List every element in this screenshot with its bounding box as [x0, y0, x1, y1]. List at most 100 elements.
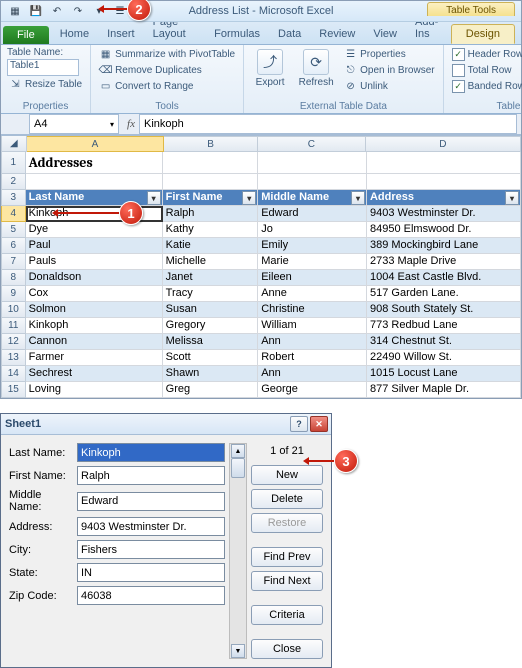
cell-first-name[interactable]: Greg — [163, 382, 259, 398]
scroll-thumb[interactable] — [231, 458, 245, 478]
tab-file[interactable]: File — [3, 26, 49, 44]
header-address[interactable]: Address▾ — [367, 190, 521, 206]
close-icon[interactable]: ✕ — [310, 416, 328, 432]
row-header[interactable]: 3 — [1, 190, 26, 206]
row-header[interactable]: 6 — [1, 238, 26, 254]
row-header[interactable]: 15 — [1, 382, 26, 398]
cell-first-name[interactable]: Melissa — [163, 334, 259, 350]
header-first-name[interactable]: First Name▾ — [163, 190, 259, 206]
tab-data[interactable]: Data — [269, 24, 310, 44]
cell-address[interactable]: 314 Chestnut St. — [367, 334, 521, 350]
remove-duplicates-button[interactable]: ⌫Remove Duplicates — [97, 63, 237, 78]
cell-last-name[interactable]: Farmer — [26, 350, 163, 366]
close-button[interactable]: Close — [251, 639, 323, 659]
name-box[interactable]: A4▾ — [29, 114, 119, 134]
header-middle-name[interactable]: Middle Name▾ — [258, 190, 367, 206]
new-button[interactable]: New — [251, 465, 323, 485]
restore-button[interactable]: Restore — [251, 513, 323, 533]
row-header[interactable]: 11 — [1, 318, 26, 334]
cell-first-name[interactable]: Shawn — [163, 366, 259, 382]
tab-insert[interactable]: Insert — [98, 24, 144, 44]
cell-last-name[interactable]: Solmon — [26, 302, 163, 318]
cell-middle-name[interactable]: Jo — [258, 222, 367, 238]
header-row-check[interactable]: ✓Header Row — [450, 47, 522, 62]
cell-address[interactable]: 877 Silver Maple Dr. — [367, 382, 521, 398]
refresh-button[interactable]: ⟳Refresh — [296, 47, 336, 101]
col-header-d[interactable]: D — [366, 136, 521, 152]
formula-input[interactable]: Kinkoph — [139, 114, 517, 134]
input-middle-name[interactable]: Edward — [77, 492, 225, 511]
cell-last-name[interactable]: Cannon — [26, 334, 163, 350]
help-icon[interactable]: ? — [290, 416, 308, 432]
row-header[interactable]: 4 — [1, 206, 26, 222]
scroll-down-icon[interactable]: ▼ — [231, 644, 245, 658]
cell-middle-name[interactable]: Ann — [258, 366, 367, 382]
scroll-up-icon[interactable]: ▲ — [231, 444, 245, 458]
cell-address[interactable]: 9403 Westminster Dr. — [367, 206, 521, 222]
find-prev-button[interactable]: Find Prev — [251, 547, 323, 567]
cell-first-name[interactable]: Scott — [163, 350, 259, 366]
cell-last-name[interactable]: Donaldson — [26, 270, 163, 286]
input-state[interactable]: IN — [77, 563, 225, 582]
cell-address[interactable]: 908 South Stately St. — [367, 302, 521, 318]
cell-last-name[interactable]: Pauls — [26, 254, 163, 270]
form-scrollbar[interactable]: ▲ ▼ — [229, 443, 247, 659]
filter-dropdown-icon[interactable]: ▾ — [505, 191, 519, 205]
cell-middle-name[interactable]: George — [258, 382, 367, 398]
tab-formulas[interactable]: Formulas — [205, 24, 269, 44]
cell-middle-name[interactable]: Robert — [258, 350, 367, 366]
header-last-name[interactable]: Last Name▾ — [26, 190, 163, 206]
delete-button[interactable]: Delete — [251, 489, 323, 509]
find-next-button[interactable]: Find Next — [251, 571, 323, 591]
row-header[interactable]: 2 — [1, 174, 26, 190]
unlink-button[interactable]: ⊘Unlink — [342, 79, 436, 94]
cell-first-name[interactable]: Susan — [163, 302, 259, 318]
tab-home[interactable]: Home — [51, 24, 98, 44]
cell-address[interactable]: 1004 East Castle Blvd. — [367, 270, 521, 286]
row-header[interactable]: 8 — [1, 270, 26, 286]
convert-range-button[interactable]: ▭Convert to Range — [97, 79, 237, 94]
cell-last-name[interactable]: Loving — [26, 382, 163, 398]
undo-icon[interactable]: ↶ — [47, 1, 67, 21]
input-city[interactable]: Fishers — [77, 540, 225, 559]
input-address[interactable]: 9403 Westminster Dr. — [77, 517, 225, 536]
cell-address[interactable]: 389 Mockingbird Lane — [367, 238, 521, 254]
cell-first-name[interactable]: Michelle — [163, 254, 259, 270]
row-header[interactable]: 14 — [1, 366, 26, 382]
select-all[interactable]: ◢ — [1, 136, 27, 152]
cell-address[interactable]: 84950 Elmswood Dr. — [367, 222, 521, 238]
cell-first-name[interactable]: Ralph — [163, 206, 259, 222]
cell-last-name[interactable]: Sechrest — [26, 366, 163, 382]
cell-middle-name[interactable]: Ann — [258, 334, 367, 350]
cell-middle-name[interactable]: Edward — [258, 206, 367, 222]
banded-rows-check[interactable]: ✓Banded Rows — [450, 79, 522, 94]
tab-view[interactable]: View — [364, 24, 406, 44]
cell-first-name[interactable]: Katie — [163, 238, 259, 254]
cell-address[interactable]: 22490 Willow St. — [367, 350, 521, 366]
export-button[interactable]: ⤴Export — [250, 47, 290, 101]
cell-first-name[interactable]: Tracy — [163, 286, 259, 302]
cell-middle-name[interactable]: Emily — [258, 238, 367, 254]
cell-middle-name[interactable]: Anne — [258, 286, 367, 302]
cell-first-name[interactable]: Janet — [163, 270, 259, 286]
input-zip[interactable]: 46038 — [77, 586, 225, 605]
cell-address[interactable]: 1015 Locust Lane — [367, 366, 521, 382]
tab-design[interactable]: Design — [451, 24, 515, 44]
col-header-b[interactable]: B — [164, 136, 258, 152]
table-name-input[interactable]: Table1 — [7, 59, 79, 76]
cell-first-name[interactable]: Kathy — [163, 222, 259, 238]
cell-middle-name[interactable]: Marie — [258, 254, 367, 270]
filter-dropdown-icon[interactable]: ▾ — [147, 191, 161, 205]
row-header[interactable]: 9 — [1, 286, 26, 302]
summarize-pivot-button[interactable]: ▦Summarize with PivotTable — [97, 47, 237, 62]
row-header[interactable]: 5 — [1, 222, 26, 238]
row-header[interactable]: 1 — [1, 152, 26, 174]
col-header-c[interactable]: C — [258, 136, 366, 152]
cell-last-name[interactable]: Dye — [26, 222, 163, 238]
redo-icon[interactable]: ↷ — [68, 1, 88, 21]
criteria-button[interactable]: Criteria — [251, 605, 323, 625]
cell-address[interactable]: 2733 Maple Drive — [367, 254, 521, 270]
cell-middle-name[interactable]: Eileen — [258, 270, 367, 286]
sheet-title[interactable]: Addresses — [26, 152, 163, 174]
save-icon[interactable]: 💾 — [26, 1, 46, 21]
